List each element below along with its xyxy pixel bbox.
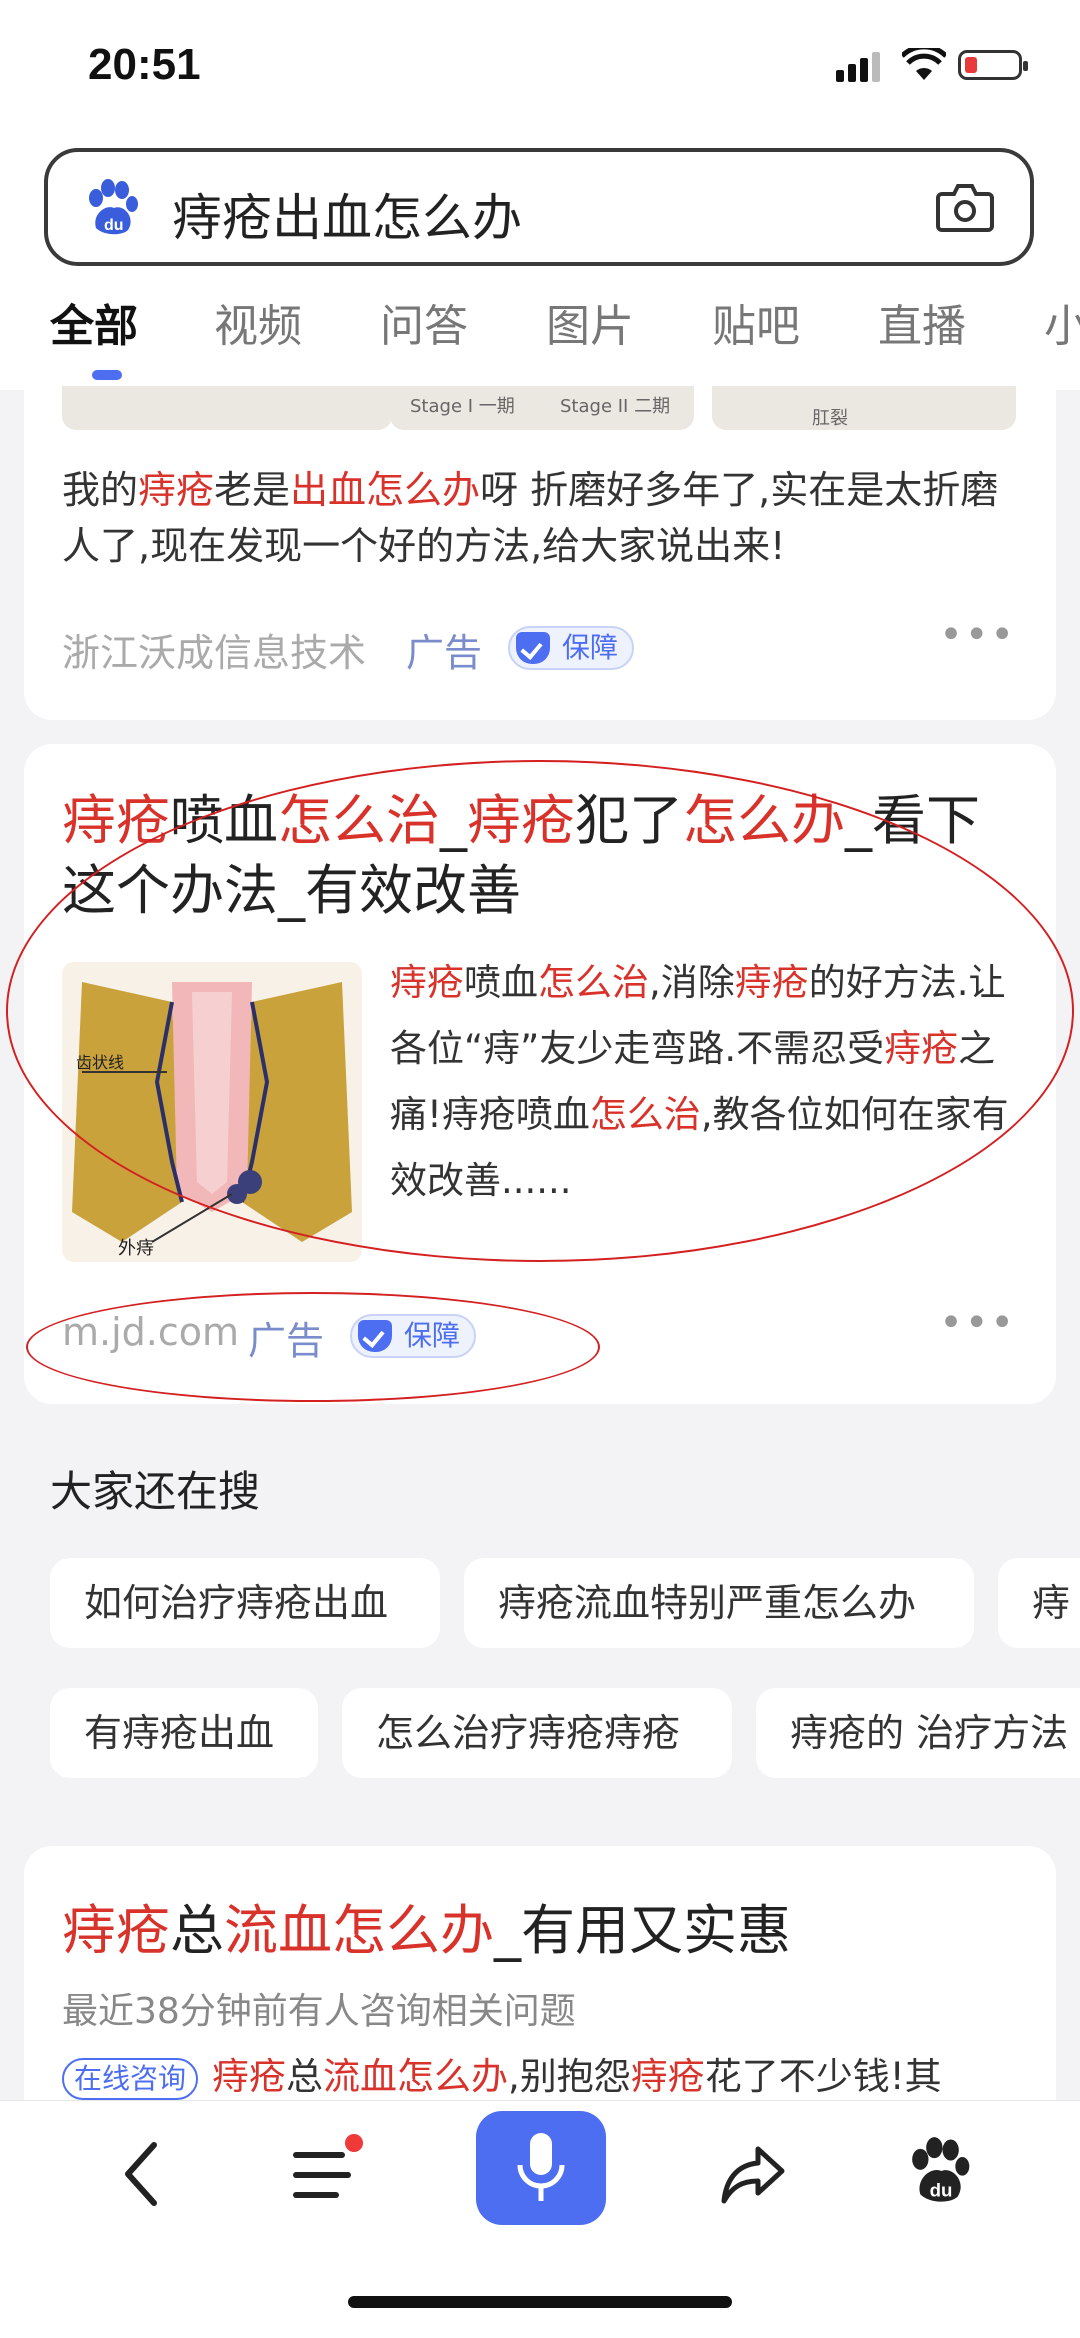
home-indicator xyxy=(348,2296,732,2308)
svg-text:du: du xyxy=(930,2180,953,2201)
ad3-title[interactable]: 痔疮总流血怎么办_有用又实惠 xyxy=(62,1886,791,1965)
tab-all[interactable]: 全部 xyxy=(50,290,138,354)
tab-live[interactable]: 直播 xyxy=(878,290,966,354)
baidu-home-icon[interactable]: du xyxy=(904,2135,974,2207)
ad1-thumbnail[interactable]: 肛裂 xyxy=(712,386,1016,430)
status-time: 20:51 xyxy=(88,40,201,89)
online-consult-badge[interactable]: 在线咨询 xyxy=(62,2057,199,2100)
voice-search-button[interactable] xyxy=(476,2111,606,2225)
tab-qa[interactable]: 问答 xyxy=(380,290,468,354)
ad1-thumbnail[interactable]: Stage I 一期 Stage II 二期 xyxy=(390,386,694,430)
back-icon[interactable] xyxy=(118,2139,168,2209)
more-options-icon[interactable]: ••• xyxy=(939,1300,1016,1346)
search-tabs: 全部 视频 问答 图片 贴吧 直播 小 xyxy=(0,290,1080,370)
ad1-text: 我的痔疮老是出血怎么办呀 折磨好多年了,实在是太折磨人了,现在发现一个好的方法,… xyxy=(62,468,999,568)
share-icon[interactable] xyxy=(718,2139,788,2209)
status-bar: 20:51 xyxy=(0,0,1080,140)
battery-icon xyxy=(958,50,1028,80)
related-chip[interactable]: 有痔疮出血 xyxy=(50,1688,318,1778)
ad1-thumbnail[interactable] xyxy=(62,386,392,430)
tab-images[interactable]: 图片 xyxy=(546,290,634,354)
label-dentate-line: 齿状线 xyxy=(76,1053,124,1072)
search-query[interactable]: 痔疮出血怎么办 xyxy=(172,178,522,250)
ad2-anatomy-image[interactable]: 齿状线 外痔 xyxy=(62,962,362,1262)
related-chip[interactable]: 痔疮的 治疗方法 xyxy=(756,1688,1080,1778)
related-chip[interactable]: 痔 xyxy=(998,1558,1080,1648)
menu-icon[interactable] xyxy=(292,2131,366,2211)
svg-text:du: du xyxy=(104,217,124,234)
ad-card-3[interactable]: 痔疮总流血怎么办_有用又实惠 最近38分钟前有人咨询相关问题 在线咨询 痔疮总流血… xyxy=(24,1846,1056,2106)
related-chip[interactable]: 如何治疗痔疮出血 xyxy=(50,1558,440,1648)
shield-check-icon xyxy=(358,1320,392,1352)
ad3-snippet: 在线咨询 痔疮总流血怎么办,别抱怨痔疮花了不少钱!其 xyxy=(62,2046,942,2100)
ad1-ad-label: 广告 xyxy=(406,631,483,675)
ad1-source: 浙江沃成信息技术 xyxy=(62,631,367,675)
tab-tieba[interactable]: 贴吧 xyxy=(712,290,800,354)
ad2-guarantee-badge: 保障 xyxy=(350,1314,477,1358)
related-chip[interactable]: 痔疮流血特别严重怎么办 xyxy=(464,1558,974,1648)
ad2-ad-label: 广告 xyxy=(248,1319,325,1363)
ad2-source[interactable]: m.jd.com xyxy=(62,1310,239,1354)
ad-card-2[interactable]: 痔疮喷血怎么治_痔疮犯了怎么办_看下这个办法_有效改善 齿状线 外痔 痔疮喷血怎… xyxy=(24,744,1056,1404)
ad2-description: 痔疮喷血怎么治,消除痔疮的好方法.让各位“痔”友少走弯路.不需忍受痔疮之痛!痔疮… xyxy=(390,961,1009,1202)
shield-check-icon xyxy=(516,632,550,664)
search-box[interactable]: du 痔疮出血怎么办 xyxy=(44,148,1034,266)
wifi-icon xyxy=(902,48,946,80)
more-options-icon[interactable]: ••• xyxy=(939,612,1016,658)
ad2-title[interactable]: 痔疮喷血怎么治_痔疮犯了怎么办_看下这个办法_有效改善 xyxy=(62,786,1022,926)
ad3-subtitle: 最近38分钟前有人咨询相关问题 xyxy=(62,1991,576,2032)
tab-video[interactable]: 视频 xyxy=(214,290,302,354)
cellular-signal-icon xyxy=(836,52,880,82)
camera-icon[interactable] xyxy=(936,180,994,234)
ad1-guarantee-badge: 保障 xyxy=(508,626,635,670)
tab-mini[interactable]: 小 xyxy=(1044,290,1080,354)
microphone-icon xyxy=(517,2133,565,2201)
ad-card-1[interactable]: 我的痔疮老是出血怎么办呀 折磨好多年了,实在是太折磨人了,现在发现一个好的方法,… xyxy=(24,386,1056,720)
ad1-thumbnail-strip: Stage I 一期 Stage II 二期 肛裂 xyxy=(24,386,1056,436)
baidu-paw-icon: du xyxy=(89,179,138,235)
active-tab-indicator xyxy=(92,370,122,380)
related-chip[interactable]: 怎么治疗痔疮痔疮 xyxy=(342,1688,732,1778)
label-external-hemorrhoid: 外痔 xyxy=(118,1238,154,1259)
search-header: du 痔疮出血怎么办 全部 视频 问答 图片 贴吧 直播 小 xyxy=(0,140,1080,390)
related-searches-title: 大家还在搜 xyxy=(50,1467,261,1516)
